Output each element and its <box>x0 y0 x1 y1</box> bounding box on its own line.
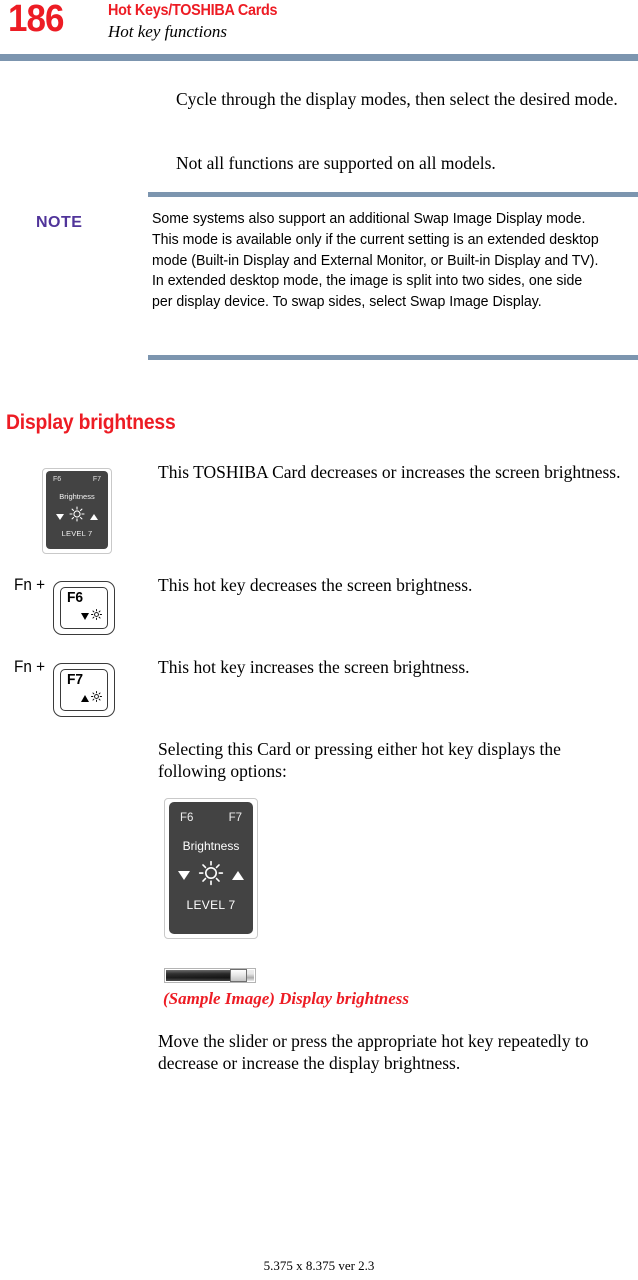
card-small-fn-right-label: F7 <box>92 476 101 483</box>
sun-brightness-icon <box>91 689 102 707</box>
triangle-down-icon[interactable] <box>178 871 190 880</box>
brightness-slider[interactable] <box>164 968 256 983</box>
header-divider-rule <box>0 54 638 61</box>
key-f6-outer[interactable]: F6 <box>53 581 115 635</box>
card-large-fn-row: F6 F7 <box>169 812 253 824</box>
key-f7-inner: F7 <box>60 669 108 711</box>
triangle-up-icon <box>81 694 89 702</box>
key-f7-label: F7 <box>67 671 84 688</box>
card-small-fn-left-label: F6 <box>53 476 62 483</box>
card-small-title: Brightness <box>59 492 95 501</box>
hotkey-f6-description: This hot key decreases the screen bright… <box>158 575 473 595</box>
slider-track[interactable] <box>166 969 254 982</box>
key-f7-glyphs <box>81 689 102 707</box>
card-small-fn-row: F6 F7 <box>46 476 108 483</box>
intro-paragraph-1: Cycle through the display modes, then se… <box>176 89 618 109</box>
toshiba-card-small[interactable]: F6 F7 Brightness LEVEL 7 <box>46 471 108 549</box>
page-title: Display brightness <box>6 411 176 434</box>
toshiba-card-large[interactable]: F6 F7 Brightness LEVEL 7 <box>169 802 253 934</box>
slider-handle[interactable] <box>229 969 247 982</box>
intro-paragraph-2: Not all functions are supported on all m… <box>176 153 496 173</box>
fn-modifier-f6: Fn + <box>14 575 46 594</box>
key-f7-outer[interactable]: F7 <box>53 663 115 717</box>
closing-paragraph: Move the slider or press the appropriate… <box>158 1031 589 1073</box>
sun-brightness-icon <box>91 607 102 625</box>
card-large-control-row <box>169 860 253 891</box>
note-label: NOTE <box>36 214 83 231</box>
chapter-title: Hot Keys/TOSHIBA Cards <box>108 2 278 19</box>
figure-caption: (Sample Image) Display brightness <box>163 989 410 1008</box>
sun-brightness-icon <box>69 506 85 527</box>
section-subtitle: Hot key functions <box>108 22 227 41</box>
triangle-down-icon[interactable] <box>56 513 64 520</box>
triangle-up-icon[interactable] <box>90 513 98 520</box>
fn-modifier-f7: Fn + <box>14 657 46 676</box>
key-f6-label: F6 <box>67 589 84 606</box>
hotkey-f7-description: This hot key increases the screen bright… <box>158 657 470 677</box>
card-small-control-row <box>46 506 108 527</box>
page-number: 186 <box>8 0 64 40</box>
sun-brightness-icon <box>198 860 224 891</box>
card-large-level-label: LEVEL 7 <box>186 898 236 912</box>
options-intro-paragraph: Selecting this Card or pressing either h… <box>158 739 561 781</box>
card-small-level-label: LEVEL 7 <box>61 529 93 538</box>
note-top-rule <box>148 192 638 197</box>
note-text: Some systems also support an additional … <box>152 210 599 311</box>
note-bottom-rule <box>148 355 638 360</box>
key-f6-glyphs <box>81 607 102 625</box>
key-f6-inner: F6 <box>60 587 108 629</box>
card-large-fn-left-label: F6 <box>180 812 194 824</box>
card-large-fn-right-label: F7 <box>228 812 242 824</box>
page-footer: 5.375 x 8.375 ver 2.3 <box>263 1258 375 1273</box>
card-large-title: Brightness <box>182 839 240 853</box>
toshiba-card-small-description: This TOSHIBA Card decreases or increases… <box>158 462 621 482</box>
triangle-down-icon <box>81 612 89 620</box>
header-titles: Hot Keys/TOSHIBA Cards Hot key functions <box>108 2 296 42</box>
triangle-up-icon[interactable] <box>232 871 244 880</box>
